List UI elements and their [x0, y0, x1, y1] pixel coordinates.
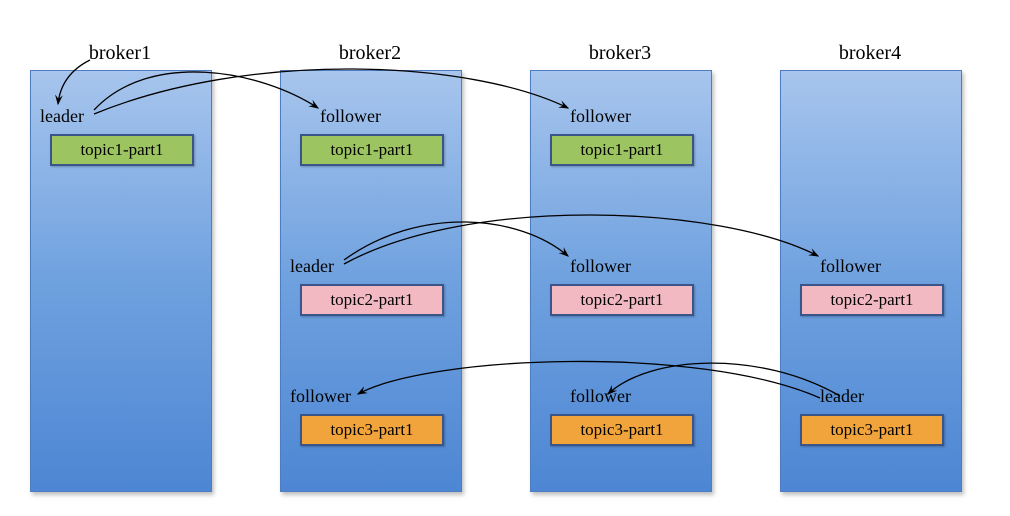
role-label: follower: [290, 386, 351, 407]
partition-topic2: topic2-part1: [800, 284, 944, 316]
broker-4-label: broker4: [780, 42, 960, 65]
role-label: follower: [820, 256, 881, 277]
role-label: leader: [820, 386, 864, 407]
role-label: leader: [290, 256, 334, 277]
partition-topic3: topic3-part1: [300, 414, 444, 446]
role-label: follower: [570, 106, 631, 127]
partition-topic1: topic1-part1: [550, 134, 694, 166]
role-label: follower: [570, 256, 631, 277]
partition-topic2: topic2-part1: [550, 284, 694, 316]
partition-topic3: topic3-part1: [800, 414, 944, 446]
broker-1-label: broker1: [30, 42, 210, 65]
role-label: follower: [320, 106, 381, 127]
broker-3-label: broker3: [530, 42, 710, 65]
broker-2-label: broker2: [280, 42, 460, 65]
partition-topic1: topic1-part1: [50, 134, 194, 166]
partition-topic1: topic1-part1: [300, 134, 444, 166]
role-label: follower: [570, 386, 631, 407]
partition-topic3: topic3-part1: [550, 414, 694, 446]
role-label: leader: [40, 106, 84, 127]
partition-topic2: topic2-part1: [300, 284, 444, 316]
